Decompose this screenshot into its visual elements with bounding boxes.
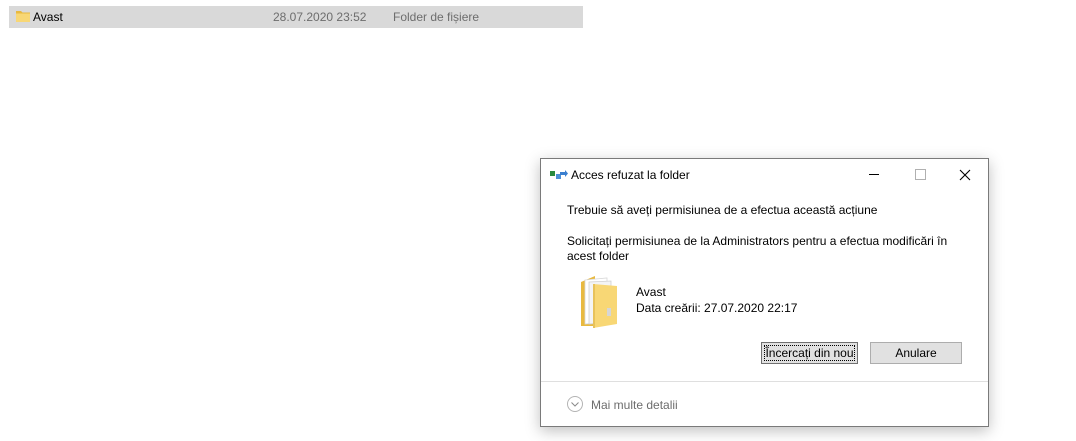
dialog-titlebar[interactable]: Acces refuzat la folder <box>541 159 988 190</box>
close-icon <box>959 169 971 180</box>
chevron-down-icon <box>571 401 579 407</box>
access-denied-dialog: Acces refuzat la folder Trebuie să aveți… <box>540 158 989 427</box>
dialog-divider <box>541 381 988 382</box>
file-type: Folder de fișiere <box>393 10 480 24</box>
folder-access-icon <box>550 169 568 181</box>
retry-button[interactable]: Încercați din nou <box>761 342 858 364</box>
minimize-icon <box>869 174 879 175</box>
details-toggle-button[interactable] <box>567 396 583 412</box>
file-list-row[interactable]: Avast 28.07.2020 23:52 Folder de fișiere <box>9 6 583 28</box>
close-button[interactable] <box>942 159 988 190</box>
item-name: Avast <box>636 285 666 299</box>
dialog-title: Acces refuzat la folder <box>571 168 690 182</box>
dialog-message-secondary: Solicitați permisiunea de la Administrat… <box>567 234 948 263</box>
minimize-button[interactable] <box>851 159 897 190</box>
folder-icon <box>15 9 31 23</box>
file-date-modified: 28.07.2020 23:52 <box>273 10 367 24</box>
maximize-icon <box>914 169 926 180</box>
cancel-button[interactable]: Anulare <box>870 342 962 364</box>
dialog-message-primary: Trebuie să aveți permisiunea de a efectu… <box>567 203 878 217</box>
file-name: Avast <box>33 10 63 24</box>
maximize-button[interactable] <box>897 159 943 190</box>
more-details-label[interactable]: Mai multe detalii <box>591 398 678 412</box>
folder-large-icon <box>577 272 623 330</box>
item-created-date: Data creării: 27.07.2020 22:17 <box>636 301 798 315</box>
